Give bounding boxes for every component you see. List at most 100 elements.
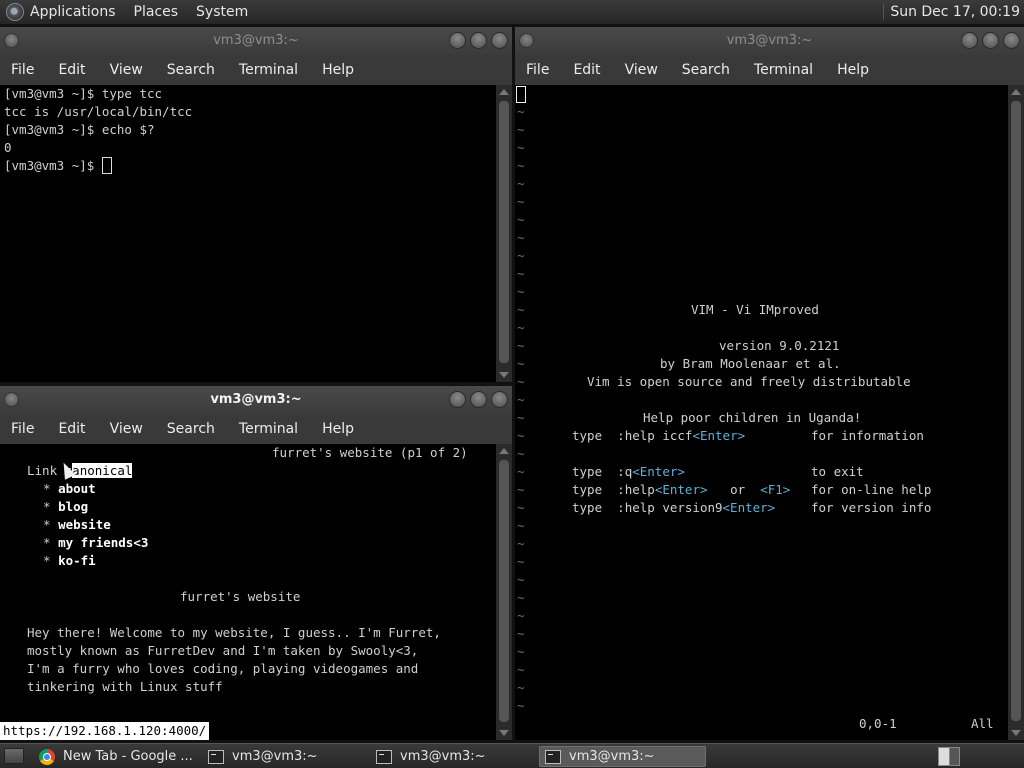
menu-help[interactable]: Help [837, 62, 869, 78]
vim-editor[interactable]: ~ ~ ~ ~ ~ ~ ~ ~ ~ ~ ~ ~ ~ ~ ~ ~ ~ ~ ~ ~ ~ ~ ~ ~ ~ ~ ~ ~ ~ ~ ~ ~ ~ ~ VIM -… [515, 85, 1008, 740]
menu-edit[interactable]: Edit [58, 62, 85, 78]
scroll-up-icon[interactable] [1011, 89, 1021, 95]
help-or: or [730, 482, 746, 497]
task-terminal-1[interactable]: vm3@vm3:~ [203, 746, 365, 767]
vim-tilde: ~ [517, 230, 525, 245]
help-type: type [572, 428, 603, 443]
scroll-down-icon[interactable] [1011, 730, 1021, 736]
menu-file[interactable]: File [11, 62, 34, 78]
scroll-down-icon[interactable] [499, 372, 509, 378]
window-title: vm3@vm3:~ [210, 392, 302, 407]
menu-help[interactable]: Help [322, 62, 354, 78]
vim-version: version 9.0.2121 [719, 338, 840, 353]
scrollbar-thumb[interactable] [499, 460, 509, 722]
menu-file[interactable]: File [526, 62, 549, 78]
paragraph-line: I'm a furry who loves coding, playing vi… [27, 661, 419, 676]
help-cmd: :help [617, 482, 655, 497]
workspace-1[interactable] [939, 748, 950, 765]
vim-ruler: 0,0-1 [859, 716, 897, 731]
menu-applications[interactable]: Applications [30, 4, 116, 20]
link-my-friends[interactable]: my friends<3 [58, 535, 148, 550]
vim-tilde: ~ [517, 302, 525, 317]
workspace-2[interactable] [949, 748, 959, 765]
vim-tilde: ~ [517, 698, 525, 713]
help-cmd: :help iccf [617, 428, 693, 443]
help-cmd: :q [617, 464, 633, 479]
link-website[interactable]: website [58, 517, 111, 532]
minimize-button[interactable] [449, 391, 466, 408]
help-key: <Enter> [692, 428, 746, 443]
close-button[interactable] [1003, 32, 1020, 49]
menu-file[interactable]: File [11, 421, 34, 437]
menu-places[interactable]: Places [134, 4, 179, 20]
terminal-line: tcc is /usr/local/bin/tcc [4, 104, 193, 119]
minimize-button[interactable] [449, 32, 466, 49]
links-label: Link canonical [27, 462, 133, 480]
lynx-browser[interactable]: furret's website (p1 of 2) Link canonica… [0, 444, 496, 740]
task-chrome[interactable]: New Tab - Google ... [34, 746, 196, 767]
terminal-output[interactable]: [vm3@vm3 ~]$ type tcc tcc is /usr/local/b… [0, 85, 496, 382]
maximize-button[interactable] [982, 32, 999, 49]
menu-system[interactable]: System [196, 4, 248, 20]
vim-tilde: ~ [517, 482, 525, 497]
close-button[interactable] [491, 391, 508, 408]
maximize-button[interactable] [470, 32, 487, 49]
scrollbar-thumb[interactable] [1011, 101, 1021, 721]
workspace-switcher[interactable] [938, 747, 960, 766]
help-key: <Enter> [654, 482, 708, 497]
link-canonical[interactable]: anonical [72, 463, 133, 478]
link-about[interactable]: about [58, 481, 96, 496]
task-terminal-3[interactable]: vm3@vm3:~ [539, 746, 706, 767]
maximize-button[interactable] [470, 391, 487, 408]
menu-search[interactable]: Search [682, 62, 730, 78]
link-ko-fi[interactable]: ko-fi [58, 553, 96, 568]
minimize-button[interactable] [961, 32, 978, 49]
scrollbar[interactable] [1008, 85, 1024, 740]
window-title: vm3@vm3:~ [726, 33, 813, 48]
link-blog[interactable]: blog [58, 499, 88, 514]
vim-tilde: ~ [517, 140, 525, 155]
help-key: <Enter> [632, 464, 685, 479]
close-button[interactable] [491, 32, 508, 49]
terminal-window-right: vm3@vm3:~ File Edit View Search Terminal… [515, 27, 1024, 740]
paragraph-line: tinkering with Linux stuff [27, 679, 223, 694]
scroll-down-icon[interactable] [499, 730, 509, 736]
vim-tilde: ~ [517, 392, 525, 407]
scrollbar[interactable] [496, 85, 512, 382]
clock[interactable]: Sun Dec 17, 00:19 [883, 4, 1020, 20]
scroll-up-icon[interactable] [499, 89, 509, 95]
menu-terminal[interactable]: Terminal [754, 62, 813, 78]
vim-author: by Bram Moolenaar et al. [660, 356, 841, 371]
window-titlebar[interactable]: vm3@vm3:~ [515, 27, 1024, 55]
menu-search[interactable]: Search [167, 421, 215, 437]
menu-terminal[interactable]: Terminal [239, 62, 298, 78]
window-titlebar[interactable]: vm3@vm3:~ [0, 27, 512, 55]
scrollbar-thumb[interactable] [499, 101, 509, 363]
menu-terminal[interactable]: Terminal [239, 421, 298, 437]
vim-tilde: ~ [517, 176, 525, 191]
vim-tilde: ~ [517, 410, 525, 425]
window-title: vm3@vm3:~ [213, 33, 299, 48]
menubar: File Edit View Search Terminal Help [0, 55, 512, 85]
menu-view[interactable]: View [110, 62, 143, 78]
terminal-icon [376, 749, 392, 764]
gnome-foot-icon[interactable] [6, 3, 24, 21]
menu-view[interactable]: View [625, 62, 658, 78]
scrollbar[interactable] [496, 444, 512, 740]
text-cursor [101, 157, 112, 174]
show-desktop-icon[interactable] [4, 748, 24, 764]
task-label: vm3@vm3:~ [569, 749, 655, 764]
help-desc: to exit [811, 464, 864, 479]
help-desc: for on-line help [811, 482, 932, 497]
scroll-up-icon[interactable] [499, 448, 509, 454]
task-label: vm3@vm3:~ [232, 749, 318, 764]
window-titlebar[interactable]: vm3@vm3:~ [0, 386, 512, 414]
task-terminal-2[interactable]: vm3@vm3:~ [371, 746, 533, 767]
menu-search[interactable]: Search [167, 62, 215, 78]
menu-edit[interactable]: Edit [58, 421, 85, 437]
menu-help[interactable]: Help [322, 421, 354, 437]
vim-tilde: ~ [517, 356, 525, 371]
vim-tilde: ~ [517, 212, 525, 227]
menu-view[interactable]: View [110, 421, 143, 437]
menu-edit[interactable]: Edit [573, 62, 600, 78]
